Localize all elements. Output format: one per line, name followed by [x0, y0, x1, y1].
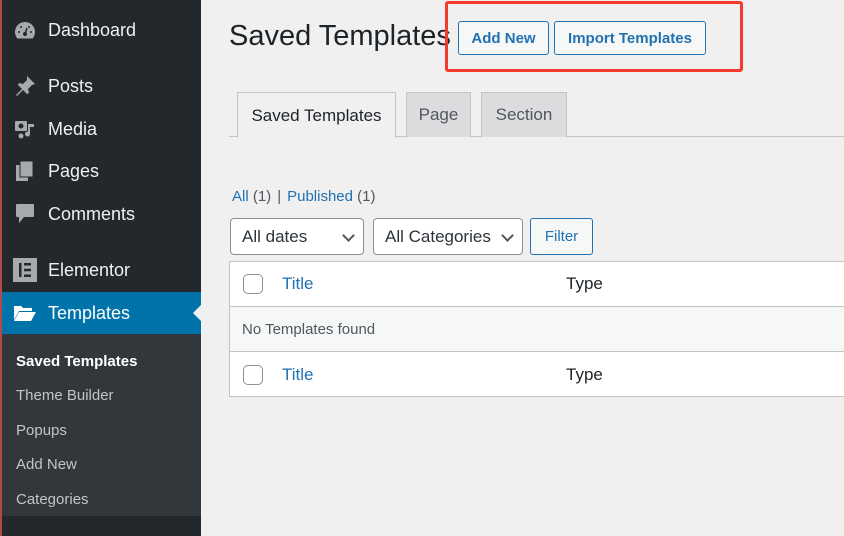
comment-icon [12, 201, 38, 227]
dates-select-value: All dates [242, 226, 308, 246]
menu-label: Templates [48, 302, 131, 323]
dashboard-icon [12, 17, 38, 43]
chevron-down-icon [342, 229, 355, 242]
tab-saved-templates[interactable]: Saved Templates [237, 92, 396, 138]
menu-label: Media [48, 118, 98, 139]
view-published-link[interactable]: Published (1) [287, 188, 375, 205]
submenu-theme-builder[interactable]: Theme Builder [16, 387, 114, 404]
column-type: Type [566, 274, 603, 293]
filter-button[interactable]: Filter [530, 218, 593, 255]
submenu-saved-templates[interactable]: Saved Templates [16, 353, 137, 370]
admin-sidebar: Dashboard Posts Media Pages Comments Ele… [0, 0, 201, 536]
pages-icon [12, 158, 38, 184]
menu-item-templates[interactable]: Templates [2, 292, 201, 334]
pin-icon [12, 73, 38, 99]
add-new-button[interactable]: Add New [458, 21, 549, 55]
select-all-checkbox-footer[interactable] [243, 364, 263, 385]
select-all-checkbox[interactable] [243, 274, 263, 294]
empty-message: No Templates found [242, 320, 376, 338]
tab-section[interactable]: Section [481, 92, 567, 137]
submenu-popups[interactable]: Popups [16, 422, 67, 439]
tab-page[interactable]: Page [406, 92, 471, 137]
templates-submenu: Saved Templates Theme Builder Popups Add… [2, 334, 201, 516]
template-type-tabs: Saved Templates Page Section [229, 92, 844, 138]
dates-select[interactable]: All dates [230, 218, 364, 255]
media-icon [12, 116, 38, 142]
menu-label: Dashboard [48, 19, 137, 40]
menu-label: Posts [48, 75, 94, 96]
view-filters: All (1) | Published (1) [232, 188, 376, 205]
menu-item-posts[interactable]: Posts [2, 65, 201, 107]
folder-open-icon [12, 300, 38, 326]
menu-item-elementor[interactable]: Elementor [2, 249, 201, 291]
menu-label: Comments [48, 203, 136, 224]
menu-item-dashboard[interactable]: Dashboard [2, 9, 201, 51]
main-content: Saved Templates Add New Import Templates… [201, 0, 844, 536]
categories-select-value: All Categories [385, 226, 491, 246]
menu-item-media[interactable]: Media [2, 108, 201, 150]
column-title-sort-footer[interactable]: Title [282, 365, 314, 385]
table-footer-row: Title Type [230, 352, 844, 397]
submenu-categories[interactable]: Categories [16, 491, 89, 508]
import-templates-button[interactable]: Import Templates [554, 21, 706, 55]
menu-item-comments[interactable]: Comments [2, 193, 201, 235]
menu-item-pages[interactable]: Pages [2, 150, 201, 192]
column-title-sort[interactable]: Title [282, 274, 314, 294]
elementor-icon [12, 257, 38, 283]
categories-select[interactable]: All Categories [373, 218, 523, 255]
column-type-footer: Type [566, 364, 603, 384]
menu-label: Pages [48, 160, 100, 181]
submenu-add-new[interactable]: Add New [16, 456, 77, 473]
table-header-row: Title Type [230, 262, 844, 307]
chevron-down-icon [501, 229, 514, 242]
templates-table: Title Type No Templates found Title Type [229, 261, 844, 397]
table-row: No Templates found [230, 307, 844, 352]
current-indicator-arrow [193, 305, 201, 321]
page-title: Saved Templates [229, 20, 451, 52]
view-all-link[interactable]: All (1) [232, 188, 271, 205]
menu-label: Elementor [48, 259, 131, 280]
separator: | [277, 188, 282, 205]
